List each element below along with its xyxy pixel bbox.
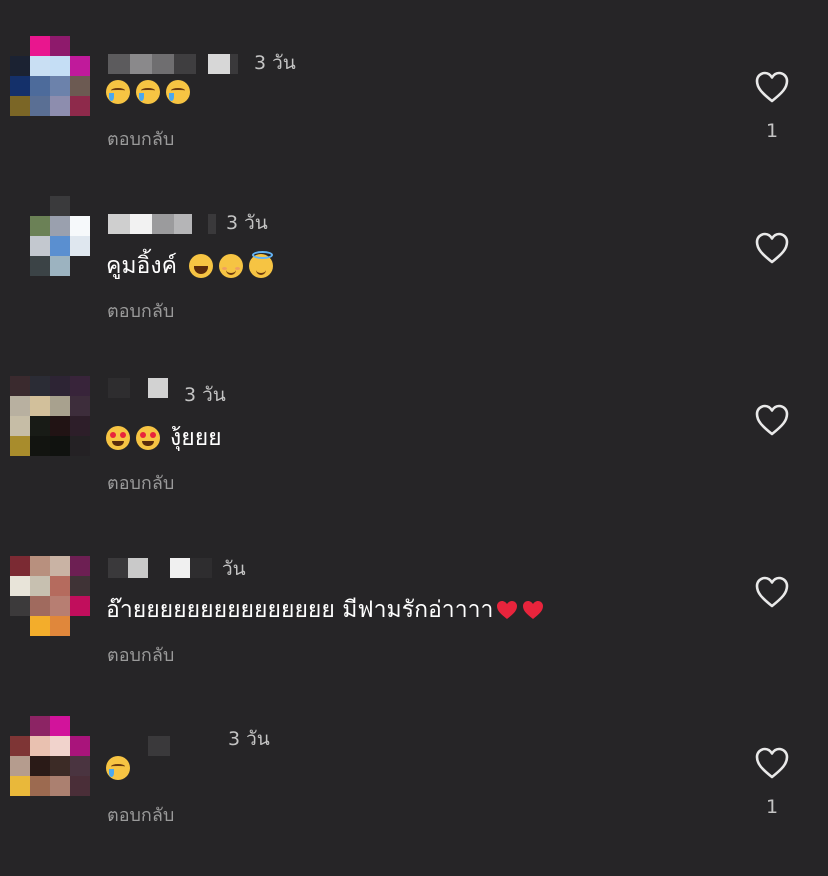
smiling-face-icon [218, 254, 243, 278]
comments-screen: { "comments": [ { "time": "3 วัน", "emoj… [0, 0, 828, 846]
username-masked[interactable] [108, 378, 182, 400]
like-heart-icon[interactable] [754, 231, 790, 265]
red-heart-icon [523, 601, 544, 619]
username-masked[interactable] [108, 736, 170, 758]
avatar[interactable] [10, 716, 90, 796]
reply-button[interactable]: ตอบกลับ [107, 124, 174, 153]
comment-body: คูมอิ้งค์ [106, 253, 177, 279]
timestamp: วัน [222, 558, 246, 580]
heart-eyes-face-icon [136, 426, 160, 450]
like-heart-icon[interactable] [754, 575, 790, 609]
comment-item: 3 วัน คูมอิ้งค์ ตอบกลับ [0, 196, 828, 356]
avatar[interactable] [10, 376, 90, 456]
comment-text: อ๊ายยยยยยยยยยยยยยย มีฟามรักอ่าาาา [106, 592, 545, 628]
comment-text: งุ้ยยย [106, 420, 222, 456]
halo-face-icon [248, 251, 273, 278]
like-heart-icon[interactable] [754, 746, 790, 780]
timestamp: 3 วัน [254, 52, 296, 74]
avatar[interactable] [10, 196, 90, 276]
like-heart-icon[interactable] [754, 70, 790, 104]
crying-face-icon [106, 80, 130, 104]
avatar[interactable] [10, 36, 90, 116]
reply-button[interactable]: ตอบกลับ [107, 640, 174, 669]
reply-button[interactable]: ตอบกลับ [107, 800, 174, 829]
timestamp: 3 วัน [184, 384, 226, 406]
like-heart-icon[interactable] [754, 403, 790, 437]
crying-face-icon [106, 756, 130, 780]
username-masked[interactable] [108, 214, 216, 236]
crying-face-icon [136, 80, 160, 104]
reply-button[interactable]: ตอบกลับ [107, 296, 174, 325]
heart-eyes-face-icon [106, 426, 130, 450]
comment-item: วัน อ๊ายยยยยยยยยยยยยยย มีฟามรักอ่าาาา ตอ… [0, 556, 828, 716]
comment-body: งุ้ยยย [170, 425, 222, 451]
like-count: 1 [765, 796, 779, 818]
comment-text [106, 756, 136, 780]
red-heart-icon [497, 601, 518, 619]
comment-item: 3 วัน ตอบกลับ 1 [0, 716, 828, 876]
username-masked[interactable] [108, 558, 212, 580]
crying-face-icon [166, 80, 190, 104]
comment-text [106, 80, 196, 104]
timestamp: 3 วัน [228, 728, 270, 750]
reply-button[interactable]: ตอบกลับ [107, 468, 174, 497]
username-masked[interactable] [108, 54, 238, 76]
comment-text: คูมอิ้งค์ [106, 248, 279, 284]
avatar[interactable] [10, 556, 90, 636]
comment-body: อ๊ายยยยยยยยยยยยยยย มีฟามรักอ่าาาา [106, 597, 494, 623]
comment-item: 3 วัน ตอบกลับ 1 [0, 36, 828, 196]
like-count: 1 [765, 120, 779, 142]
timestamp: 3 วัน [226, 212, 268, 234]
grinning-face-icon [188, 254, 213, 278]
comment-item: 3 วัน งุ้ยยย ตอบกลับ [0, 376, 828, 536]
